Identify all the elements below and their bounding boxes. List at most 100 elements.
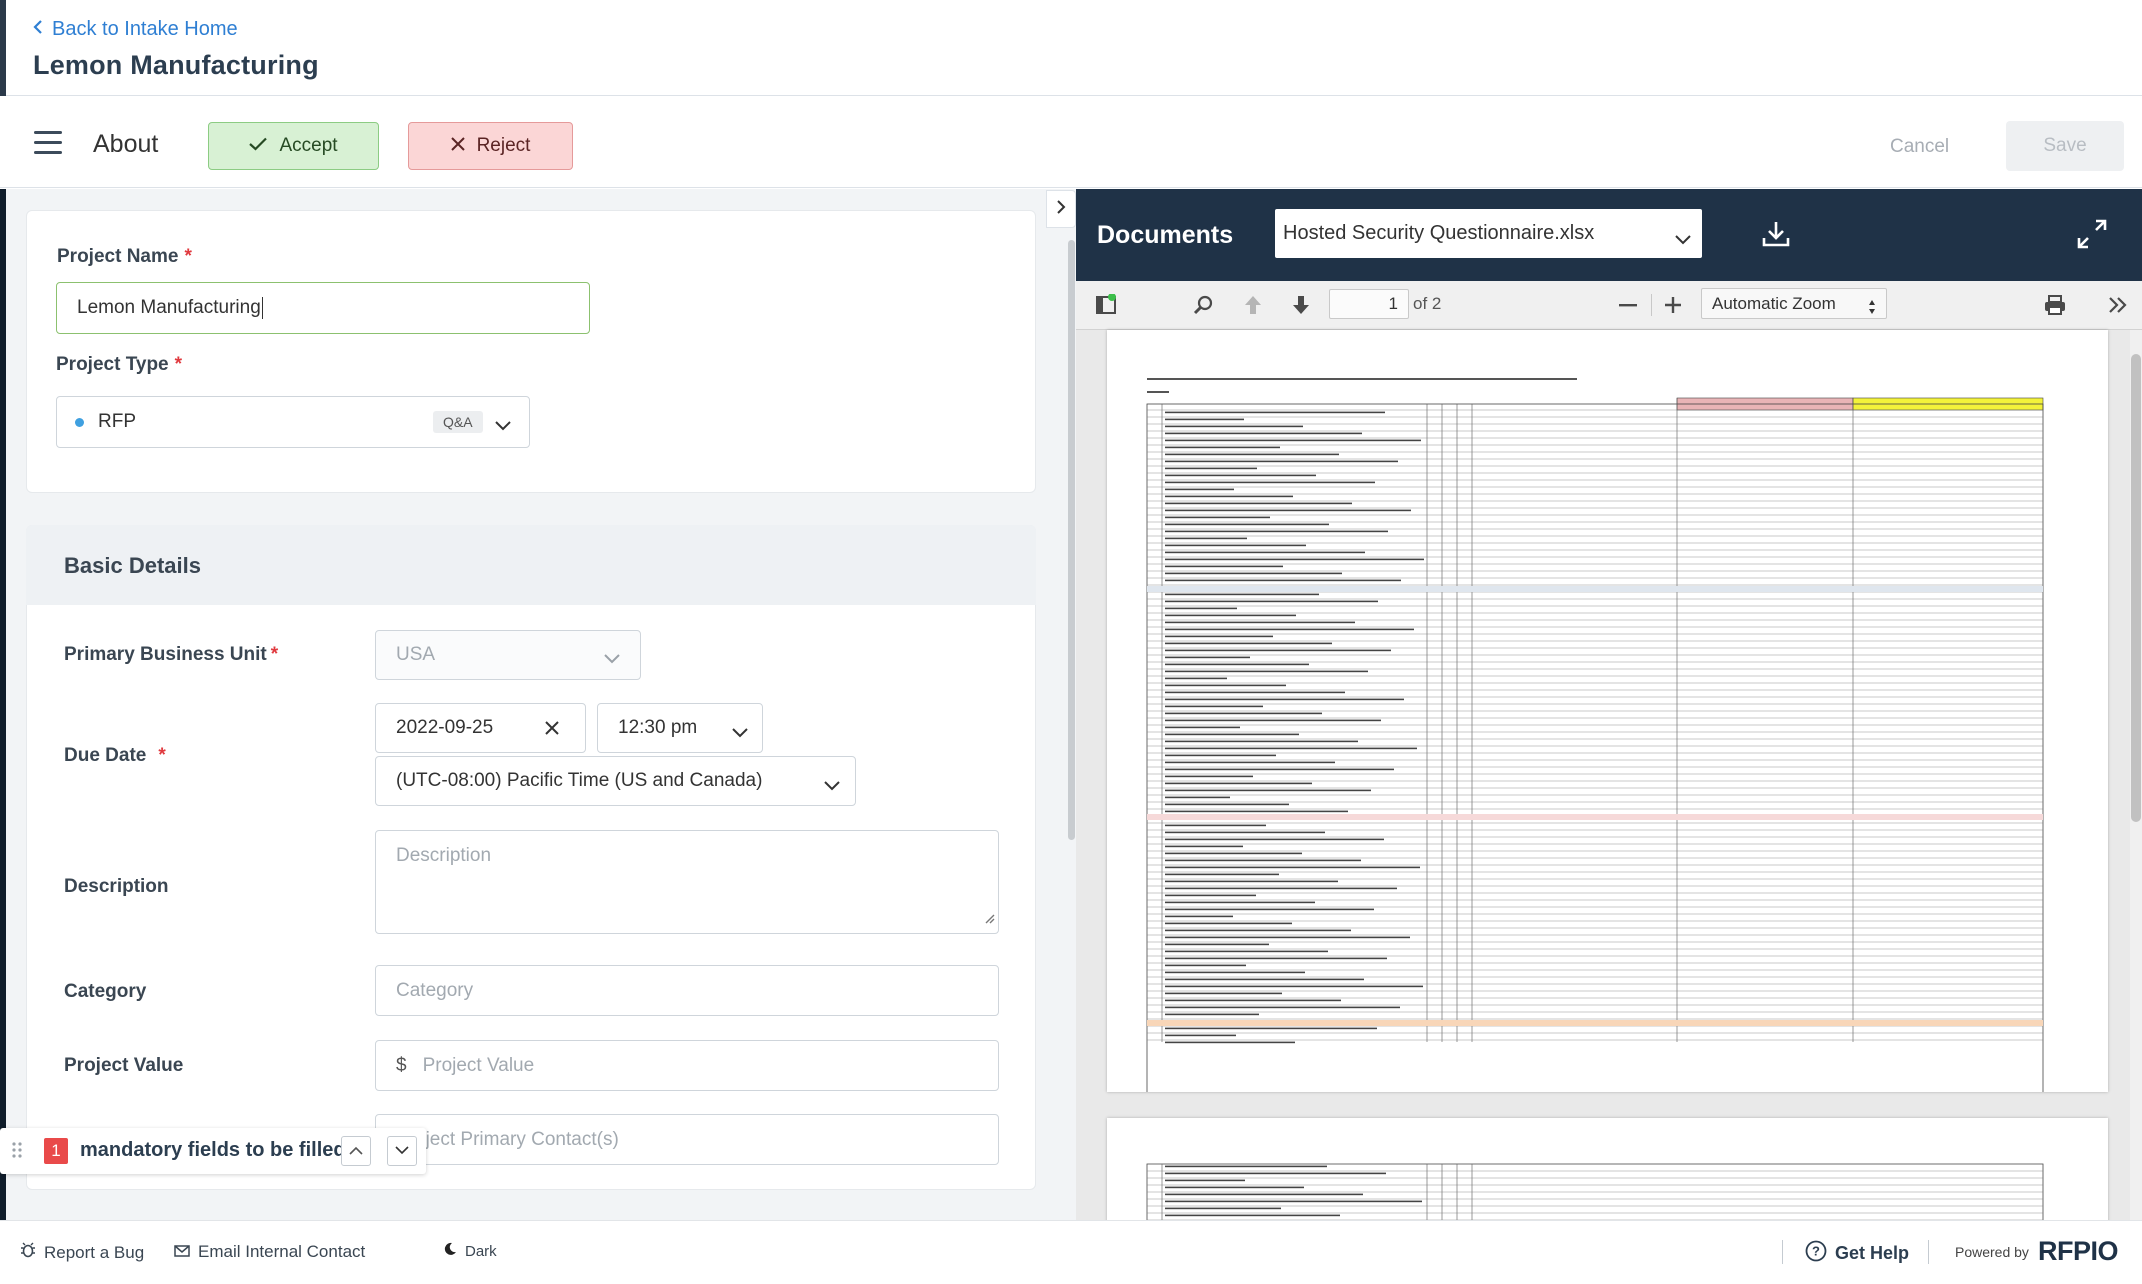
dark-mode-toggle[interactable]: Dark — [443, 1242, 497, 1260]
collapse-pane-button[interactable] — [1046, 190, 1076, 228]
business-unit-value: USA — [396, 644, 436, 665]
resize-handle-icon[interactable] — [983, 908, 995, 930]
prev-field-button[interactable] — [341, 1136, 371, 1166]
get-help-label: Get Help — [1835, 1243, 1910, 1263]
hamburger-menu-icon[interactable] — [34, 131, 62, 155]
chevron-down-icon — [824, 775, 840, 791]
back-link-label: Back to Intake Home — [52, 18, 238, 40]
zoom-out-icon[interactable] — [1616, 292, 1640, 318]
print-icon[interactable] — [2043, 292, 2067, 318]
due-time-value: 12:30 pm — [618, 717, 698, 738]
project-type-label: Project Type * — [56, 354, 183, 375]
back-link[interactable]: Back to Intake Home — [32, 18, 238, 41]
primary-contact-input[interactable]: Project Primary Contact(s) — [375, 1114, 999, 1165]
report-bug-label: Report a Bug — [44, 1242, 145, 1262]
moon-icon — [443, 1242, 457, 1260]
viewer-scrollbar-thumb[interactable] — [2131, 354, 2141, 822]
footer-separator — [1928, 1240, 1929, 1264]
next-field-button[interactable] — [387, 1136, 417, 1166]
document-select-value: Hosted Security Questionnaire.xlsx — [1283, 222, 1595, 244]
currency-symbol: $ — [396, 1054, 407, 1076]
chevron-down-icon — [495, 415, 511, 431]
project-type-value: RFP — [98, 411, 136, 432]
save-button[interactable]: Save — [2006, 121, 2124, 171]
header-accent-bar — [0, 0, 6, 96]
email-contact-label: Email Internal Contact — [198, 1242, 366, 1261]
page-count: of 2 — [1413, 294, 1442, 313]
project-value-input[interactable]: $ Project Value — [375, 1040, 999, 1091]
business-unit-label: Primary Business Unit * — [64, 644, 279, 665]
bug-icon — [20, 1242, 36, 1263]
accept-label: Accept — [279, 135, 338, 156]
zoom-value: Automatic Zoom — [1712, 294, 1836, 313]
spreadsheet-render — [1146, 378, 2044, 1119]
powered-by: Powered by — [1955, 1244, 2029, 1260]
project-name-input[interactable]: Lemon Manufacturing — [56, 282, 590, 334]
zoom-select[interactable]: Automatic Zoom — [1701, 288, 1887, 319]
chevron-down-icon — [732, 722, 748, 738]
section-title: About — [93, 130, 159, 158]
page-header — [0, 0, 2142, 96]
report-bug-link[interactable]: Report a Bug — [20, 1242, 144, 1263]
reject-label: Reject — [476, 135, 531, 156]
mail-icon — [174, 1242, 190, 1262]
chevron-right-icon — [1056, 199, 1066, 220]
get-help-link[interactable]: ? Get Help — [1805, 1240, 1909, 1267]
more-tools-icon[interactable] — [2106, 292, 2130, 318]
find-icon[interactable] — [1191, 292, 1215, 318]
mandatory-text: mandatory fields to be filled — [80, 1139, 346, 1161]
basic-details-title: Basic Details — [64, 553, 201, 578]
project-value-label: Project Value — [64, 1055, 184, 1076]
description-label: Description — [64, 876, 169, 897]
document-select[interactable]: Hosted Security Questionnaire.xlsx — [1275, 209, 1702, 258]
category-input[interactable]: Category — [375, 965, 999, 1016]
email-contact-link[interactable]: Email Internal Contact — [174, 1242, 365, 1262]
toolbar-separator — [1651, 294, 1652, 316]
business-unit-select[interactable]: USA — [375, 630, 641, 680]
form-scrollbar[interactable] — [1068, 240, 1075, 840]
chevron-down-icon — [1675, 228, 1691, 245]
zoom-in-icon[interactable] — [1661, 292, 1685, 318]
chevron-down-icon — [395, 1142, 409, 1160]
svg-text:?: ? — [1812, 1244, 1820, 1259]
page-title: Lemon Manufacturing — [33, 50, 319, 80]
rfp-dot-icon — [75, 417, 84, 427]
next-page-icon[interactable] — [1289, 292, 1313, 318]
check-icon — [249, 135, 268, 157]
category-label: Category — [64, 981, 147, 1002]
powered-by-label: Powered by — [1955, 1244, 2029, 1260]
reject-button[interactable]: Reject — [408, 122, 573, 170]
project-type-select[interactable]: RFP Q&A — [56, 396, 530, 448]
due-date-label: Due Date * — [64, 745, 166, 766]
due-time-select[interactable]: 12:30 pm — [597, 703, 763, 753]
previous-page-icon[interactable] — [1241, 292, 1265, 318]
cancel-button[interactable]: Cancel — [1890, 136, 1949, 158]
documents-title: Documents — [1097, 221, 1234, 249]
sidebar-toggle-icon[interactable] — [1094, 292, 1118, 318]
qa-tag: Q&A — [433, 411, 483, 433]
mandatory-count-badge: 1 — [44, 1138, 68, 1164]
description-placeholder: Description — [396, 845, 492, 866]
description-textarea[interactable]: Description — [375, 830, 999, 934]
drag-handle-icon[interactable] — [12, 1141, 22, 1164]
timezone-value: (UTC-08:00) Pacific Time (US and Canada) — [396, 770, 763, 791]
due-date-input[interactable]: 2022-09-25 — [375, 703, 586, 753]
project-value-placeholder: Project Value — [422, 1054, 535, 1076]
pdf-toolbar — [1076, 281, 2142, 330]
close-icon — [450, 135, 465, 157]
fullscreen-icon[interactable] — [2076, 218, 2108, 250]
chevron-down-icon — [604, 648, 620, 664]
chevron-up-icon — [349, 1142, 363, 1160]
due-date-value: 2022-09-25 — [396, 717, 494, 738]
help-icon: ? — [1805, 1240, 1827, 1267]
primary-contact-placeholder: Project Primary Contact(s) — [396, 1128, 619, 1150]
updown-icon — [1868, 295, 1876, 324]
accept-button[interactable]: Accept — [208, 122, 379, 170]
clear-date-icon[interactable] — [544, 720, 560, 742]
chevron-left-icon — [32, 18, 44, 41]
timezone-select[interactable]: (UTC-08:00) Pacific Time (US and Canada) — [375, 756, 856, 806]
document-page-1 — [1107, 330, 2108, 1119]
project-name-label: Project Name * — [57, 246, 192, 267]
page-number-input[interactable]: 1 — [1329, 289, 1409, 319]
download-icon[interactable] — [1761, 220, 1791, 248]
